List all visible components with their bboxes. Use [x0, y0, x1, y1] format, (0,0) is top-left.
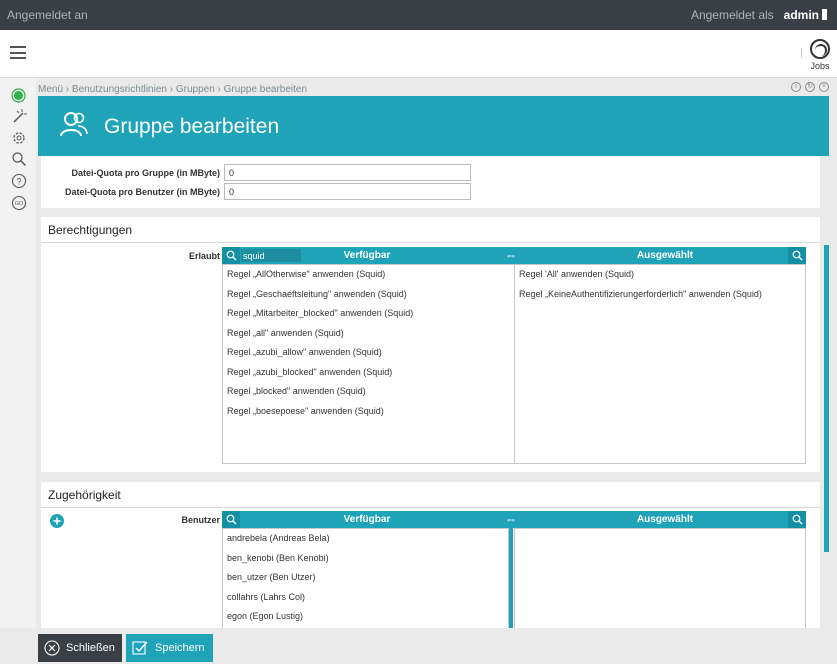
list-item[interactable]: andrebela (Andreas Bela): [223, 529, 508, 549]
close-window-icon[interactable]: ×: [819, 82, 829, 92]
list-item[interactable]: ben_kenobi (Ben Kenobi): [223, 549, 508, 569]
question-icon[interactable]: ?: [10, 172, 27, 189]
jobs-label: Jobs: [810, 61, 830, 71]
reload-icon[interactable]: ↻: [805, 82, 815, 92]
available-header: Verfügbar: [343, 514, 391, 525]
magnifier-icon[interactable]: [10, 150, 27, 167]
selected-header: Ausgewählt: [636, 250, 694, 261]
membership-list-header: Verfügbar ⇔ Ausgewählt: [222, 511, 806, 528]
gear-icon[interactable]: [10, 129, 27, 146]
page-title: Gruppe bearbeiten: [104, 115, 280, 138]
list-item[interactable]: ben_utzer (Ben Utzer): [223, 568, 508, 588]
list-item[interactable]: egon (Egon Lustig): [223, 607, 508, 627]
page-header: Gruppe bearbeiten: [38, 96, 829, 156]
list-item[interactable]: Regel „AllOtherwise" anwenden (Squid): [223, 265, 514, 285]
panel-divider: [41, 507, 820, 508]
panel-divider: [41, 242, 820, 243]
membership-title: Zugehörigkeit: [48, 488, 121, 502]
save-button-label: Speichern: [155, 642, 205, 654]
go-icon[interactable]: GO: [10, 194, 27, 211]
list-item[interactable]: Regel „all" anwenden (Squid): [223, 324, 514, 344]
content-area: Datei-Quota pro Gruppe (in MByte) Datei-…: [38, 156, 821, 628]
username[interactable]: admin: [784, 8, 827, 22]
user-quota-input[interactable]: [224, 183, 471, 200]
list-item[interactable]: Regel 'All' anwenden (Squid): [515, 265, 805, 285]
membership-panel: Zugehörigkeit Benutzer Verfügbar ⇔ Ausge…: [41, 482, 820, 628]
search-icon[interactable]: [788, 247, 806, 264]
membership-selected-list: [514, 528, 806, 628]
jobs-icon: [810, 39, 830, 59]
page-scrollbar[interactable]: [824, 245, 829, 552]
logout-icon[interactable]: [822, 9, 827, 20]
footer-bar: Schließen Speichern: [0, 628, 837, 664]
permissions-dual-list: Verfügbar ⇔ Ausgewählt Regel „AllOtherwi…: [222, 247, 806, 464]
info-icon[interactable]: i: [791, 82, 801, 92]
close-button-label: Schließen: [66, 642, 115, 654]
nav-bar: Jobs: [0, 30, 837, 78]
membership-available-list: andrebela (Andreas Bela) ben_kenobi (Ben…: [222, 528, 509, 628]
search-icon[interactable]: [788, 511, 806, 528]
list-item[interactable]: Regel „azubi_blocked" anwenden (Squid): [223, 363, 514, 383]
login-status: Angemeldet an: [7, 8, 88, 22]
list-item[interactable]: Regel „Mitarbeiter_blocked" anwenden (Sq…: [223, 304, 514, 324]
list-scrollbar[interactable]: [509, 528, 513, 628]
permissions-panel: Berechtigungen Erlaubt Verfügbar ⇔ Ausge…: [41, 217, 820, 472]
breadcrumb[interactable]: Menü › Benutzungsrichtlinien › Gruppen ›…: [38, 84, 307, 95]
membership-dual-list: Verfügbar ⇔ Ausgewählt andrebela (Andrea…: [222, 511, 806, 628]
left-sidebar: ? GO: [0, 79, 36, 664]
close-button[interactable]: Schließen: [38, 634, 122, 662]
selected-header: Ausgewählt: [636, 514, 694, 525]
check-box-icon: [132, 640, 149, 656]
svg-text:GO: GO: [14, 201, 23, 207]
svg-text:?: ?: [16, 176, 21, 186]
list-item[interactable]: Regel „azubi_allow" anwenden (Squid): [223, 343, 514, 363]
hamburger-menu-icon[interactable]: [10, 46, 26, 59]
users-label: Benutzer: [181, 515, 220, 525]
group-quota-input[interactable]: [224, 164, 471, 181]
transfer-arrows-icon[interactable]: ⇔: [505, 248, 517, 262]
list-item[interactable]: Regel „blocked" anwenden (Squid): [223, 382, 514, 402]
top-bar: Angemeldet an Angemeldet als admin: [0, 0, 837, 30]
user-quota-row: Datei-Quota pro Benutzer (in MByte): [41, 183, 820, 201]
transfer-arrows-icon[interactable]: ⇔: [505, 512, 517, 526]
status-dot-icon[interactable]: [10, 87, 27, 104]
list-item[interactable]: collahrs (Lahrs Col): [223, 588, 508, 608]
available-header: Verfügbar: [343, 250, 391, 261]
nav-divider: [801, 48, 802, 58]
list-item[interactable]: Regel „KeineAuthentifizierungerforderlic…: [515, 285, 805, 305]
permissions-available-list: Regel „AllOtherwise" anwenden (Squid) Re…: [222, 264, 515, 464]
plus-circle-icon[interactable]: [50, 514, 64, 528]
jobs-button[interactable]: Jobs: [808, 39, 832, 71]
group-quota-label: Datei-Quota pro Gruppe (in MByte): [71, 168, 221, 178]
window-controls: i ↻ ×: [791, 82, 829, 92]
list-item[interactable]: Regel „boesepoese" anwenden (Squid): [223, 402, 514, 422]
users-group-icon: [58, 109, 88, 142]
group-quota-row: Datei-Quota pro Gruppe (in MByte): [41, 164, 820, 182]
quota-panel: Datei-Quota pro Gruppe (in MByte) Datei-…: [41, 156, 820, 208]
list-item[interactable]: Regel „Geschaeftsleitung" anwenden (Squi…: [223, 285, 514, 305]
user-quota-label: Datei-Quota pro Benutzer (in MByte): [64, 187, 220, 197]
permissions-title: Berechtigungen: [48, 223, 133, 237]
save-button[interactable]: Speichern: [126, 634, 213, 662]
allowed-label: Erlaubt: [188, 251, 220, 261]
logged-as-label: Angemeldet als: [690, 8, 774, 22]
permissions-selected-list: Regel 'All' anwenden (Squid) Regel „Kein…: [514, 264, 806, 464]
close-circle-icon: [44, 640, 60, 656]
magic-wand-icon[interactable]: [10, 107, 27, 124]
permissions-list-header: Verfügbar ⇔ Ausgewählt: [222, 247, 806, 264]
